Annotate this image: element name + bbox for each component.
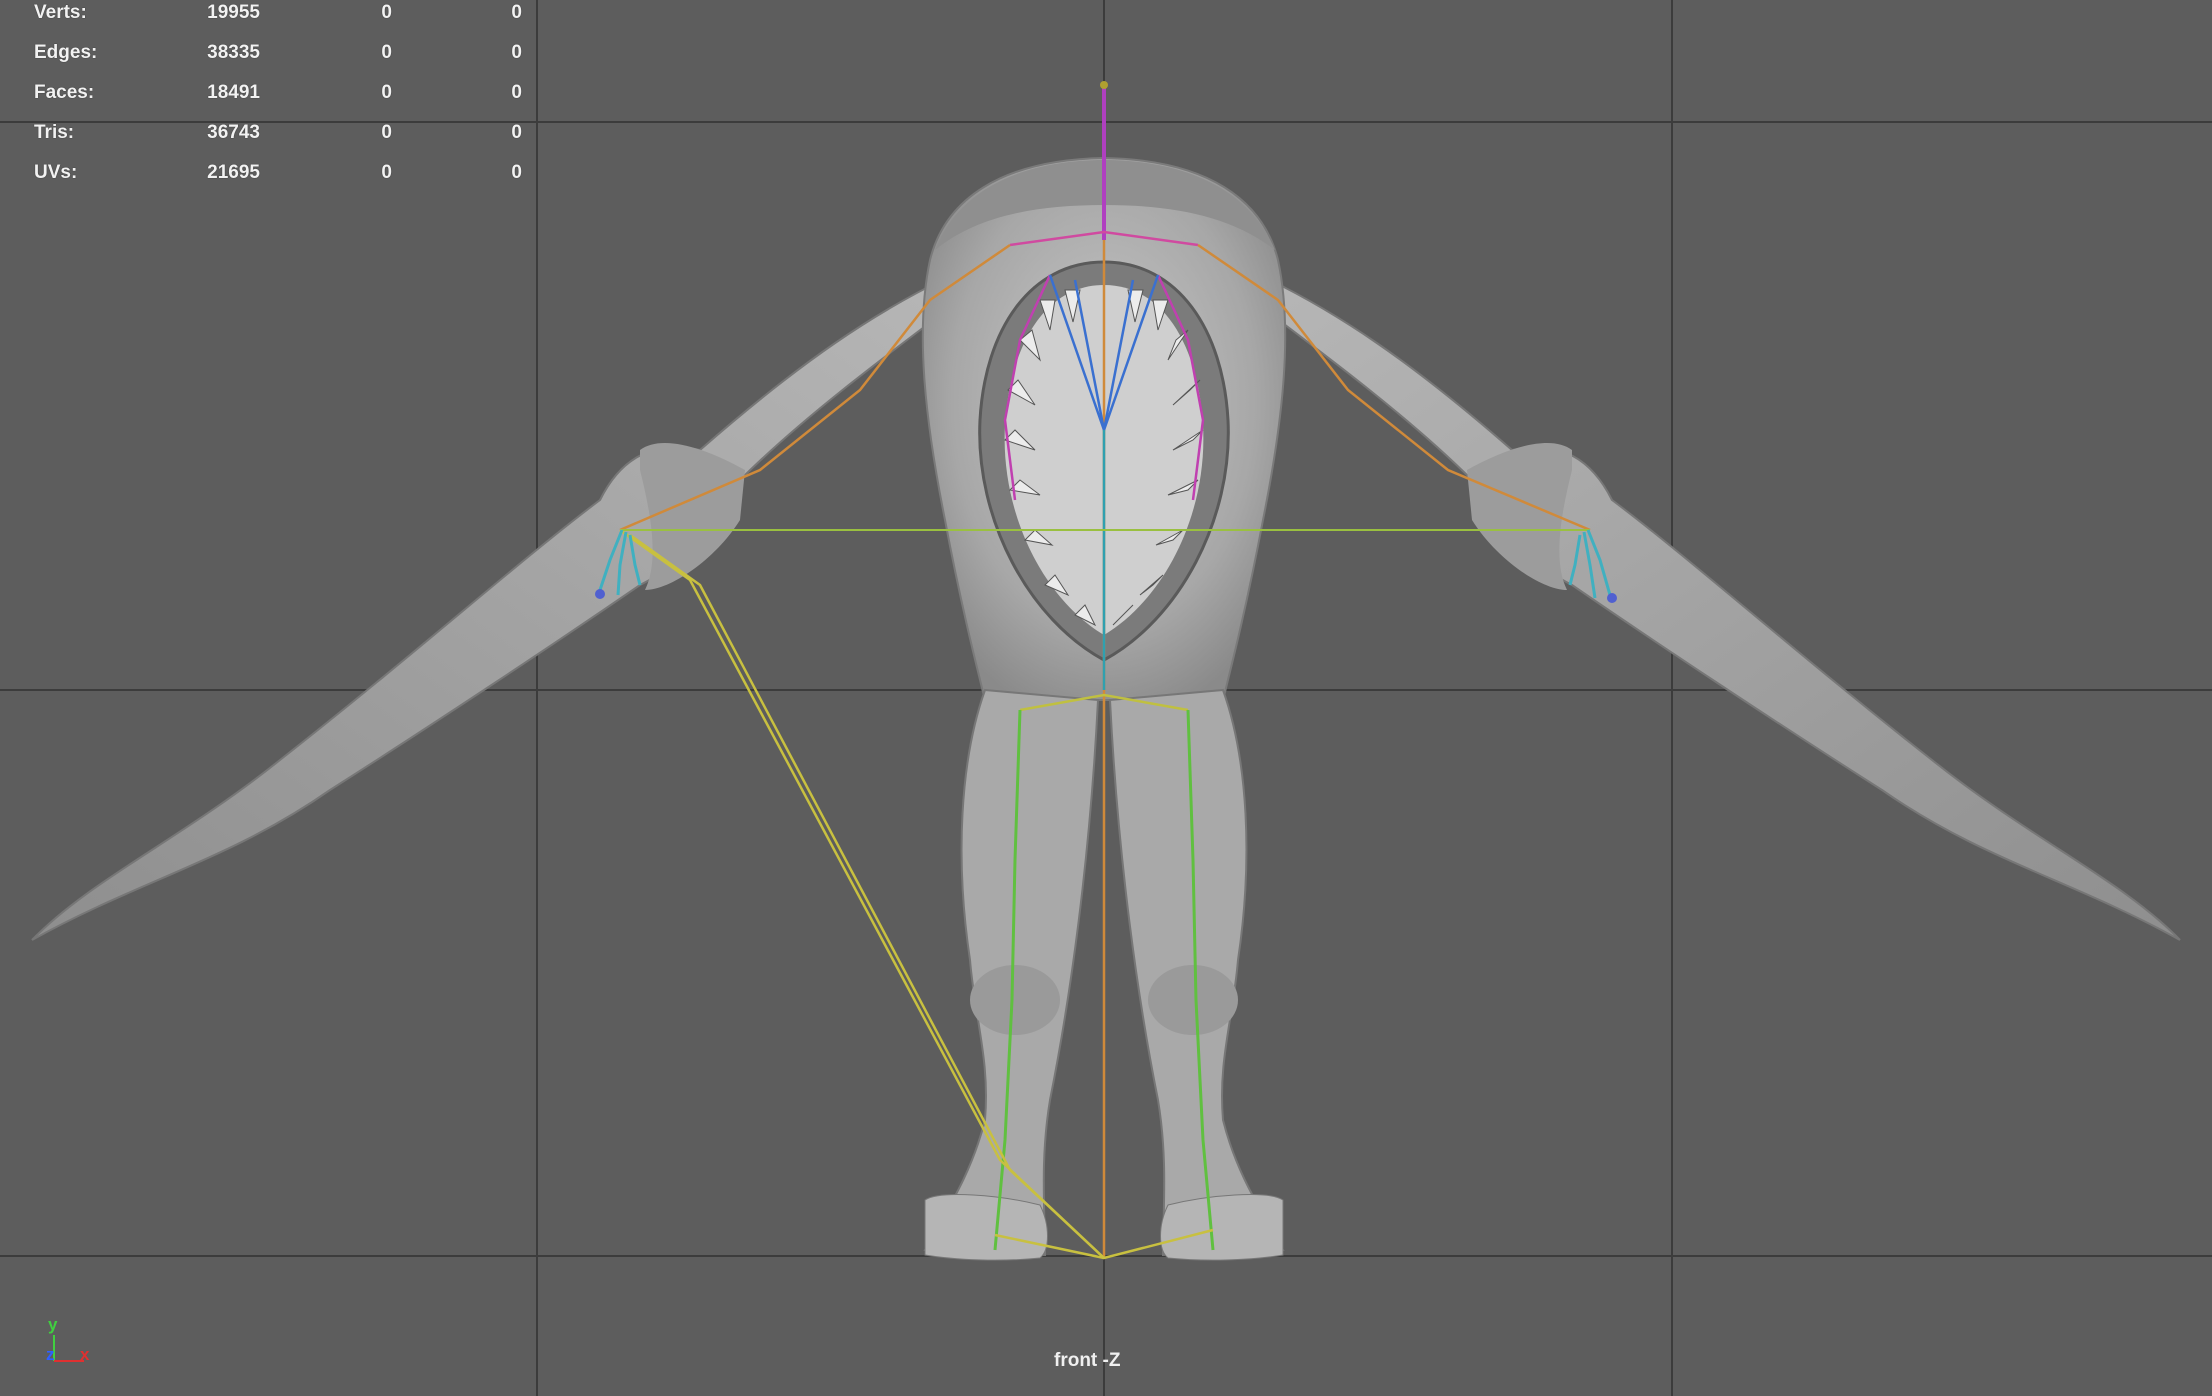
stat-selected: 0 [381,122,392,143]
axis-y-label: y [48,1315,58,1334]
stat-label: Tris: [34,122,75,143]
stat-label: Faces: [34,82,95,103]
stat-selected: 0 [381,162,392,183]
stat-row-edges: Edges: 38335 0 0 [0,38,540,68]
stat-extra: 0 [511,2,522,23]
stat-extra: 0 [511,42,522,63]
scene-view[interactable] [0,0,2212,1396]
stat-total: 36743 [207,122,260,143]
stat-row-verts: Verts: 19955 0 0 [0,0,540,28]
creature-mesh [31,156,2181,1261]
stat-total: 38335 [207,42,260,63]
stat-total: 19955 [207,2,260,23]
stat-selected: 0 [381,42,392,63]
axis-z-label: z [46,1345,55,1364]
stat-label: Verts: [34,2,87,23]
stat-total: 18491 [207,82,260,103]
stat-extra: 0 [511,122,522,143]
stat-row-uvs: UVs: 21695 0 0 [0,158,540,188]
stat-selected: 0 [381,2,392,23]
poly-count-hud: Verts: 19955 0 0 Edges: 38335 0 0 Faces:… [0,0,540,190]
stat-label: Edges: [34,42,98,63]
stat-total: 21695 [207,162,260,183]
viewport-panel[interactable]: Verts: 19955 0 0 Edges: 38335 0 0 Faces:… [0,0,2212,1396]
stat-label: UVs: [34,162,78,183]
stat-extra: 0 [511,82,522,103]
stat-selected: 0 [381,82,392,103]
axis-gizmo-icon: y z x [40,1315,110,1375]
stat-row-tris: Tris: 36743 0 0 [0,118,540,148]
stat-extra: 0 [511,162,522,183]
axis-x-label: x [80,1345,90,1364]
stat-row-faces: Faces: 18491 0 0 [0,78,540,108]
camera-name-label: front -Z [1054,1350,1121,1371]
